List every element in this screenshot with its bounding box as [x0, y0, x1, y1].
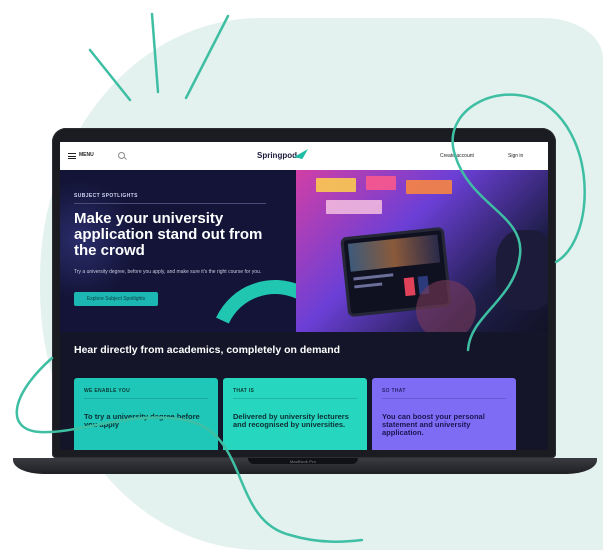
tablet-card	[403, 277, 416, 297]
person-silhouette	[496, 230, 548, 310]
feature-card[interactable]: THAT IS Delivered by university lecturer…	[223, 378, 367, 450]
feature-card[interactable]: WE ENABLE YOU To try a university degree…	[74, 378, 218, 450]
wall-poster	[326, 200, 382, 214]
tablet-video	[347, 234, 441, 272]
card-divider	[233, 398, 357, 399]
sign-in-link[interactable]: Sign in	[508, 153, 523, 159]
explore-button[interactable]: Explore Subject Spotlights	[74, 292, 158, 306]
card-body: To try a university degree before you ap…	[84, 412, 200, 429]
wall-poster	[316, 178, 356, 192]
card-body: Delivered by university lecturers and re…	[233, 412, 349, 429]
eyebrow-divider	[74, 203, 266, 204]
device-label: MacBook Pro	[289, 459, 317, 464]
springpod-logo[interactable]: Springpod	[257, 151, 297, 160]
burst-line-right	[184, 14, 230, 100]
features-section: Hear directly from academics, completely…	[60, 332, 548, 450]
hamburger-icon[interactable]	[68, 153, 76, 159]
burst-line-left	[88, 48, 132, 102]
tablet-text-line	[354, 282, 383, 289]
create-account-link[interactable]: Create account	[440, 153, 474, 159]
card-body: You can boost your personal statement an…	[382, 412, 485, 437]
wall-poster	[406, 180, 452, 194]
card-label: SO THAT	[382, 388, 406, 394]
section-title: Hear directly from academics, completely…	[74, 344, 341, 356]
hero-eyebrow: SUBJECT SPOTLIGHTS	[74, 193, 138, 199]
menu-label[interactable]: MENU	[79, 152, 94, 158]
hand-shape	[416, 280, 476, 332]
card-label: THAT IS	[233, 388, 255, 394]
search-icon[interactable]	[118, 152, 125, 159]
card-divider	[382, 398, 506, 399]
hero-image	[296, 170, 548, 332]
wall-poster	[366, 176, 396, 190]
burst-line-center	[150, 12, 160, 94]
tablet-text-line	[353, 273, 394, 281]
feature-card[interactable]: SO THAT You can boost your personal stat…	[372, 378, 516, 450]
card-divider	[84, 398, 208, 399]
top-nav: MENU Springpod Create account Sign in	[60, 142, 548, 170]
hero-title: Make your university application stand o…	[74, 210, 263, 259]
card-label: WE ENABLE YOU	[84, 388, 131, 394]
hero-text-panel: SUBJECT SPOTLIGHTS Make your university …	[60, 170, 296, 332]
hero-subtitle: Try a university degree, before you appl…	[74, 269, 262, 275]
laptop-screen: MENU Springpod Create account Sign in SU…	[60, 142, 548, 450]
